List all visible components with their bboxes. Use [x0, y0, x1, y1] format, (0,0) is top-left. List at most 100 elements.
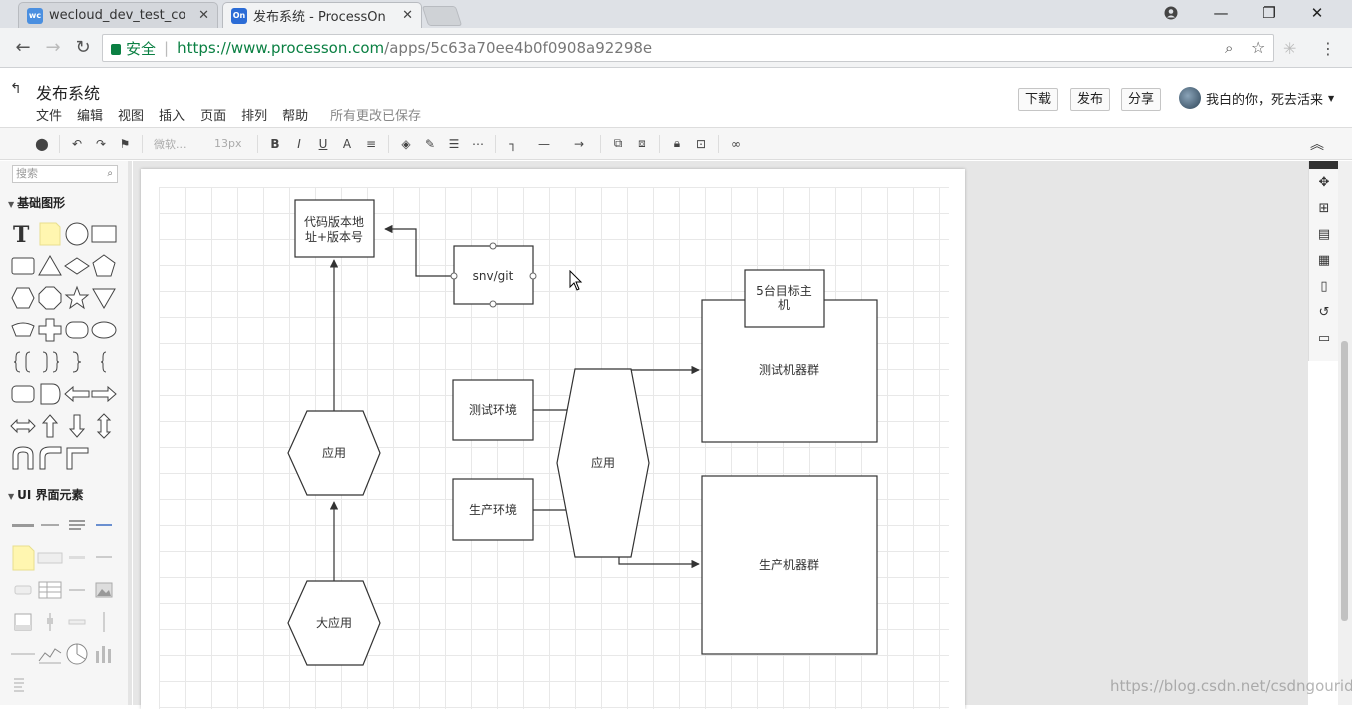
- menu-insert[interactable]: 插入: [159, 105, 185, 124]
- triangle-shape-icon[interactable]: [37, 253, 63, 279]
- shape-properties-icon[interactable]: ⊞: [1309, 195, 1339, 221]
- page-icon[interactable]: ▯: [1309, 273, 1339, 299]
- collapse-toolbar-icon[interactable]: ︽: [1310, 134, 1324, 154]
- canvas-workarea[interactable]: 代码版本地 址+版本号 snv/git 应用 大应用 测试环境 生产环境 应用 …: [133, 161, 1308, 709]
- brush-icon[interactable]: ⚑: [115, 134, 135, 154]
- link-ui-icon[interactable]: [91, 513, 117, 539]
- u-turn-shape-icon[interactable]: [10, 445, 36, 471]
- share-button[interactable]: 分享: [1121, 88, 1162, 111]
- browser-tab-wecloud[interactable]: wc wecloud_dev_test_conf ✕: [18, 2, 218, 28]
- connection-handle[interactable]: [450, 272, 458, 280]
- brace-right-shape-icon[interactable]: [64, 349, 90, 375]
- new-tab-button[interactable]: [421, 6, 463, 26]
- heading-ui-icon[interactable]: [10, 513, 36, 539]
- canvas-scrollbar[interactable]: [1338, 161, 1352, 705]
- underline-icon[interactable]: U: [313, 134, 333, 154]
- history-icon[interactable]: ↺: [1309, 299, 1339, 325]
- page-settings-icon[interactable]: ▤: [1309, 221, 1339, 247]
- menu-file[interactable]: 文件: [36, 105, 62, 124]
- line-style-icon[interactable]: ⋯: [468, 134, 488, 154]
- bracket-shape-icon[interactable]: [91, 349, 117, 375]
- comments-icon[interactable]: ▭: [1309, 325, 1339, 351]
- category-basic-shapes[interactable]: ▼ 基础图形: [8, 194, 65, 211]
- window-ui-icon[interactable]: [10, 609, 36, 635]
- pentagon-shape-icon[interactable]: [91, 253, 117, 279]
- diamond-shape-icon[interactable]: [64, 253, 90, 279]
- scrollbar-thumb[interactable]: [1341, 341, 1348, 621]
- bar-chart-ui-icon[interactable]: [91, 641, 117, 667]
- slider-ui-icon[interactable]: [37, 609, 63, 635]
- forward-icon[interactable]: →: [42, 37, 64, 59]
- divider-ui-icon[interactable]: [91, 545, 117, 571]
- note-shape-icon[interactable]: [37, 221, 63, 247]
- extension-icon[interactable]: ✳: [1283, 39, 1296, 58]
- list-ui-icon[interactable]: [10, 673, 36, 699]
- menu-help[interactable]: 帮助: [282, 105, 308, 124]
- zoom-search-icon[interactable]: ⌕: [1225, 39, 1233, 57]
- bold-icon[interactable]: B: [265, 134, 285, 154]
- button-ui-icon[interactable]: [10, 577, 36, 603]
- diagram[interactable]: 代码版本地 址+版本号 snv/git 应用 大应用 测试环境 生产环境 应用 …: [141, 169, 965, 709]
- align-icon[interactable]: ≡: [361, 134, 381, 154]
- profile-icon[interactable]: [1148, 0, 1194, 26]
- vertical-double-arrow-shape-icon[interactable]: [91, 413, 117, 439]
- canvas-page[interactable]: 代码版本地 址+版本号 snv/git 应用 大应用 测试环境 生产环境 应用 …: [141, 169, 965, 709]
- arch-shape-icon[interactable]: [37, 445, 63, 471]
- secure-indicator[interactable]: 安全: [111, 38, 156, 59]
- category-ui-elements[interactable]: ▼ UI 界面元素: [8, 486, 84, 503]
- table-ui-icon[interactable]: [37, 577, 63, 603]
- bookmark-star-icon[interactable]: ☆: [1251, 38, 1265, 57]
- left-arrow-shape-icon[interactable]: [64, 381, 90, 407]
- line-color-icon[interactable]: ✎: [420, 134, 440, 154]
- restore-icon[interactable]: ❐: [1246, 0, 1292, 26]
- shape-search-input[interactable]: 搜索 ⌕: [12, 165, 118, 183]
- group-icon[interactable]: ∞: [726, 134, 746, 154]
- hline-ui-icon[interactable]: [10, 641, 36, 667]
- menu-view[interactable]: 视图: [118, 105, 144, 124]
- font-family-select[interactable]: 微软...: [154, 136, 204, 152]
- bring-front-icon[interactable]: ⧉: [608, 134, 628, 154]
- line-chart-ui-icon[interactable]: [37, 641, 63, 667]
- close-tab-icon[interactable]: ✕: [198, 8, 209, 23]
- circle-shape-icon[interactable]: [64, 221, 90, 247]
- connector-type-icon[interactable]: ┐: [503, 134, 523, 154]
- undo-icon[interactable]: ↶: [67, 134, 87, 154]
- menu-page[interactable]: 页面: [200, 105, 226, 124]
- italic-icon[interactable]: I: [289, 134, 309, 154]
- textline-ui-icon[interactable]: [64, 577, 90, 603]
- browser-tab-processon[interactable]: On 发布系统 - ProcessOn ✕: [222, 2, 422, 28]
- cross-shape-icon[interactable]: [37, 317, 63, 343]
- document-shape-icon[interactable]: [37, 381, 63, 407]
- unlock-icon[interactable]: ⊡: [691, 134, 711, 154]
- menu-edit[interactable]: 编辑: [77, 105, 103, 124]
- right-arrow-shape-icon[interactable]: [91, 381, 117, 407]
- url-input[interactable]: 安全 | https://www.processon.com/apps/5c63…: [102, 34, 1274, 62]
- download-button[interactable]: 下载: [1018, 88, 1059, 111]
- navigator-icon[interactable]: ✥: [1309, 169, 1339, 195]
- reload-icon[interactable]: ↻: [72, 37, 94, 59]
- brace-pair-shape-icon[interactable]: [37, 349, 63, 375]
- user-menu[interactable]: 我白的你，死去活来 ▼: [1179, 87, 1334, 109]
- font-color-icon[interactable]: A: [337, 134, 357, 154]
- down-arrow-shape-icon[interactable]: [64, 413, 90, 439]
- up-arrow-shape-icon[interactable]: [37, 413, 63, 439]
- progress-ui-icon[interactable]: [64, 609, 90, 635]
- double-arrow-shape-icon[interactable]: [10, 413, 36, 439]
- search-icon[interactable]: ⌕: [107, 166, 113, 182]
- font-size-select[interactable]: 13px: [214, 137, 248, 150]
- redo-icon[interactable]: ↷: [91, 134, 111, 154]
- connector-svn-to-repo[interactable]: [384, 224, 454, 277]
- brace-left-shape-icon[interactable]: [10, 349, 36, 375]
- line-width-icon[interactable]: ☰: [444, 134, 464, 154]
- image-ui-icon[interactable]: [91, 577, 117, 603]
- close-tab-icon[interactable]: ✕: [402, 8, 413, 23]
- input-ui-icon[interactable]: [37, 545, 63, 571]
- star-shape-icon[interactable]: [64, 285, 90, 311]
- pie-chart-ui-icon[interactable]: [64, 641, 90, 667]
- hexagon-shape-icon[interactable]: [10, 285, 36, 311]
- document-title[interactable]: 发布系统: [36, 80, 100, 104]
- octagon-shape-icon[interactable]: [37, 285, 63, 311]
- chrome-menu-icon[interactable]: ⋮: [1320, 39, 1336, 58]
- menu-arrange[interactable]: 排列: [241, 105, 267, 124]
- paragraph-ui-icon[interactable]: [64, 513, 90, 539]
